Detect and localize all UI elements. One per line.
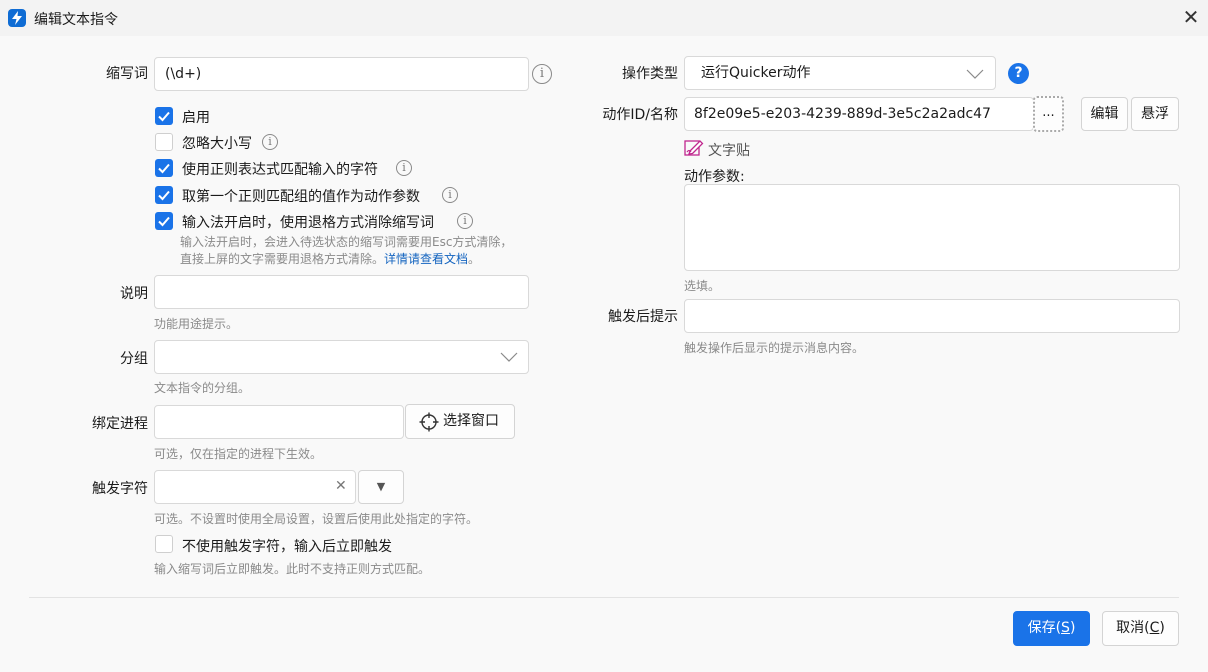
group-label: 分组 bbox=[120, 351, 148, 367]
action-name[interactable]: 文字贴 bbox=[708, 140, 750, 160]
ime-backspace-label: 输入法开启时，使用退格方式消除缩写词 bbox=[182, 215, 434, 231]
select-window-label: 选择窗口 bbox=[443, 413, 499, 429]
process-input[interactable] bbox=[154, 405, 404, 439]
group-chevron-down-icon[interactable] bbox=[500, 350, 518, 364]
ignore-case-checkbox[interactable] bbox=[155, 133, 173, 151]
float-button[interactable]: 悬浮 bbox=[1131, 97, 1179, 131]
clear-icon[interactable]: ✕ bbox=[335, 479, 349, 493]
abbr-label: 缩写词 bbox=[106, 66, 148, 82]
params-hint: 选填。 bbox=[684, 279, 721, 293]
browse-button[interactable]: ... bbox=[1033, 96, 1064, 132]
no-trigger-hint: 输入缩写词后立即触发。此时不支持正则方式匹配。 bbox=[154, 562, 431, 576]
desc-input[interactable] bbox=[154, 275, 529, 309]
abbr-info-icon[interactable]: i bbox=[532, 64, 552, 84]
pen-icon bbox=[684, 139, 704, 161]
trigger-label: 触发字符 bbox=[92, 481, 148, 497]
first-group-checkbox[interactable] bbox=[155, 186, 173, 204]
after-tip-label: 触发后提示 bbox=[608, 309, 678, 325]
ignore-case-info-icon[interactable]: i bbox=[262, 134, 278, 150]
desc-hint: 功能用途提示。 bbox=[154, 317, 239, 331]
quicker-app-icon bbox=[8, 9, 26, 27]
window-title: 编辑文本指令 bbox=[34, 12, 118, 28]
close-icon[interactable]: ✕ bbox=[1180, 6, 1202, 28]
crosshair-icon bbox=[419, 412, 439, 444]
action-id-label: 动作ID/名称 bbox=[602, 107, 678, 123]
cancel-button[interactable]: 取消(C) bbox=[1102, 611, 1179, 646]
trigger-input[interactable] bbox=[154, 470, 356, 504]
abbr-input[interactable]: (\d+) bbox=[154, 57, 529, 91]
ime-backspace-info-icon[interactable]: i bbox=[457, 213, 473, 229]
group-select[interactable] bbox=[154, 340, 529, 374]
action-id-input[interactable]: 8f2e09e5-e203-4239-889d-3e5c2a2adc47 bbox=[684, 97, 1034, 131]
footer-divider bbox=[29, 597, 1179, 598]
after-tip-hint: 触发操作后显示的提示消息内容。 bbox=[684, 341, 865, 355]
after-tip-input[interactable] bbox=[684, 299, 1180, 333]
no-trigger-label: 不使用触发字符，输入后立即触发 bbox=[182, 539, 392, 555]
op-type-select[interactable]: 运行Quicker动作 bbox=[684, 56, 996, 90]
desc-label: 说明 bbox=[120, 286, 148, 302]
save-button[interactable]: 保存(S) bbox=[1013, 611, 1090, 646]
use-regex-checkbox[interactable] bbox=[155, 159, 173, 177]
first-group-label: 取第一个正则匹配组的值作为动作参数 bbox=[182, 189, 420, 205]
enable-checkbox[interactable] bbox=[155, 107, 173, 125]
op-type-label: 操作类型 bbox=[622, 66, 678, 82]
params-textarea[interactable] bbox=[684, 184, 1180, 271]
docs-link[interactable]: 详情请查看文档 bbox=[384, 252, 468, 266]
select-window-button[interactable]: 选择窗口 bbox=[405, 404, 515, 439]
trigger-dropdown-button[interactable]: ▼ bbox=[358, 470, 404, 504]
first-group-info-icon[interactable]: i bbox=[442, 187, 458, 203]
no-trigger-checkbox[interactable] bbox=[155, 535, 173, 553]
ime-backspace-checkbox[interactable] bbox=[155, 212, 173, 230]
use-regex-label: 使用正则表达式匹配输入的字符 bbox=[182, 162, 378, 178]
process-hint: 可选，仅在指定的进程下生效。 bbox=[154, 447, 323, 461]
title-bar bbox=[0, 0, 1208, 36]
use-regex-info-icon[interactable]: i bbox=[396, 160, 412, 176]
params-label: 动作参数: bbox=[684, 169, 745, 185]
enable-label: 启用 bbox=[182, 110, 210, 126]
edit-button[interactable]: 编辑 bbox=[1081, 97, 1128, 131]
process-label: 绑定进程 bbox=[92, 416, 148, 432]
ime-hint-line1: 输入法开启时，会进入待选状态的缩写词需要用Esc方式清除， bbox=[180, 235, 513, 249]
trigger-hint: 可选。不设置时使用全局设置，设置后使用此处指定的字符。 bbox=[154, 512, 479, 526]
help-icon[interactable]: ? bbox=[1008, 63, 1029, 84]
ime-hint-line2: 直接上屏的文字需要用退格方式清除。详情请查看文档。 bbox=[180, 252, 481, 266]
op-type-chevron-down-icon[interactable] bbox=[966, 67, 984, 81]
group-hint: 文本指令的分组。 bbox=[154, 381, 251, 395]
ignore-case-label: 忽略大小写 bbox=[182, 136, 252, 152]
